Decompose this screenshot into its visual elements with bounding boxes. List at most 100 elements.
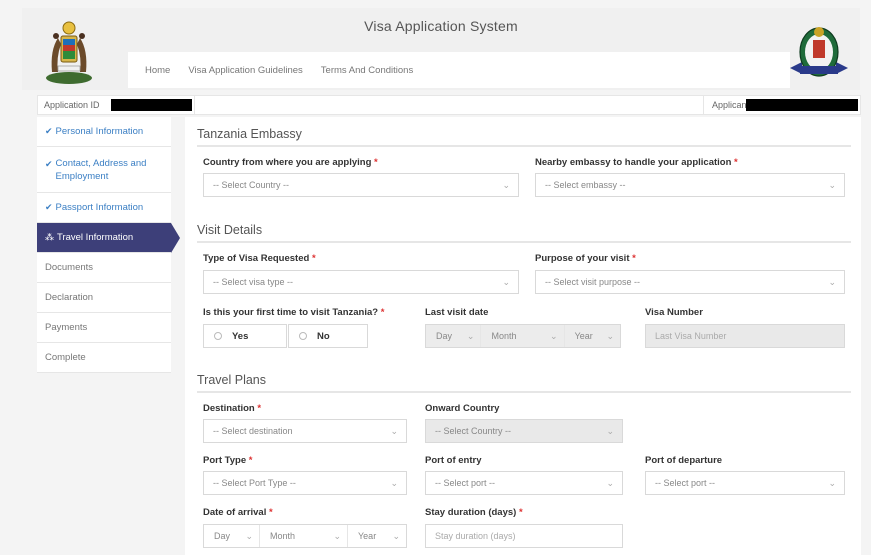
chevron-down-icon: ⌄ bbox=[333, 531, 341, 541]
section-title-embassy: Tanzania Embassy bbox=[197, 127, 302, 141]
nav-home-link[interactable]: Home bbox=[136, 65, 179, 76]
chevron-down-icon: ⌄ bbox=[392, 531, 400, 541]
last-visit-month-select[interactable]: Month ⌄ bbox=[481, 325, 565, 347]
visa-type-label: Type of Visa Requested * bbox=[203, 253, 316, 264]
arrival-day-select[interactable]: Day ⌄ bbox=[204, 525, 260, 547]
first-time-label-text: Is this your first time to visit Tanzani… bbox=[203, 307, 379, 318]
arrival-date-picker[interactable]: Day ⌄ Month ⌄ Year ⌄ bbox=[203, 524, 407, 548]
travel-information-form: Tanzania Embassy Country from where you … bbox=[185, 117, 861, 555]
section-title-visit-details: Visit Details bbox=[197, 223, 263, 237]
section-divider bbox=[197, 145, 851, 147]
stay-duration-label: Stay duration (days) * bbox=[425, 507, 523, 518]
visa-number-label: Visa Number bbox=[645, 307, 703, 318]
embassy-label-text: Nearby embassy to handle your applicatio… bbox=[535, 157, 732, 168]
stay-duration-input[interactable]: Stay duration (days) bbox=[425, 524, 623, 548]
sidebar-item-label: Passport Information bbox=[55, 202, 144, 213]
required-marker: * bbox=[257, 403, 262, 414]
port-departure-label: Port of departure bbox=[645, 455, 723, 466]
chevron-down-icon: ⌄ bbox=[245, 531, 253, 541]
sidebar-item-complete[interactable]: Complete bbox=[37, 343, 171, 373]
nav-terms-link[interactable]: Terms And Conditions bbox=[312, 65, 422, 76]
sidebar-item-personal-information[interactable]: ✔ Personal Information bbox=[37, 117, 171, 147]
required-marker: * bbox=[311, 253, 316, 264]
chevron-down-icon: ⌄ bbox=[550, 331, 558, 341]
day-value: Day bbox=[214, 531, 231, 541]
last-visit-day-select[interactable]: Day ⌄ bbox=[426, 325, 482, 347]
applicant-email-redacted bbox=[746, 99, 858, 111]
arrival-year-select[interactable]: Year ⌄ bbox=[348, 525, 406, 547]
chevron-down-icon: ⌄ bbox=[828, 180, 836, 190]
destination-select-value: -- Select destination bbox=[213, 426, 293, 436]
first-time-no-radio[interactable]: No bbox=[288, 324, 368, 348]
chevron-down-icon: ⌄ bbox=[606, 478, 614, 488]
info-bar-spacer bbox=[194, 96, 704, 114]
check-icon: ✔ bbox=[45, 159, 53, 169]
sidebar-item-passport-information[interactable]: ✔ Passport Information bbox=[37, 193, 171, 223]
site-header: Visa Application System Home Visa Applic… bbox=[22, 8, 860, 90]
page: Visa Application System Home Visa Applic… bbox=[0, 0, 871, 555]
first-time-yes-radio[interactable]: Yes bbox=[203, 324, 287, 348]
arrival-month-select[interactable]: Month ⌄ bbox=[260, 525, 348, 547]
required-marker: * bbox=[248, 455, 253, 466]
chevron-down-icon: ⌄ bbox=[606, 331, 614, 341]
check-icon: ✔ bbox=[45, 202, 53, 212]
sidebar-item-label: Contact, Address and Employment bbox=[55, 157, 147, 182]
sidebar-item-label: Complete bbox=[45, 352, 86, 363]
year-value: Year bbox=[358, 531, 377, 541]
destination-select[interactable]: -- Select destination ⌄ bbox=[203, 419, 407, 443]
chevron-down-icon: ⌄ bbox=[390, 426, 398, 436]
onward-country-select[interactable]: -- Select Country -- ⌄ bbox=[425, 419, 623, 443]
radio-circle-icon bbox=[299, 332, 307, 340]
chevron-down-icon: ⌄ bbox=[502, 277, 510, 287]
embassy-select[interactable]: -- Select embassy -- ⌄ bbox=[535, 173, 845, 197]
purpose-select-value: -- Select visit purpose -- bbox=[545, 277, 641, 287]
sidebar-item-documents[interactable]: Documents bbox=[37, 253, 171, 283]
radio-circle-icon bbox=[214, 332, 222, 340]
purpose-label-text: Purpose of your visit bbox=[535, 253, 630, 264]
port-entry-select[interactable]: -- Select port -- ⌄ bbox=[425, 471, 623, 495]
sidebar-item-travel-information[interactable]: ⁂ Travel Information bbox=[37, 223, 180, 253]
visa-number-placeholder: Last Visa Number bbox=[655, 331, 727, 341]
port-departure-select-value: -- Select port -- bbox=[655, 478, 716, 488]
month-value: Month bbox=[491, 331, 517, 341]
spinner-icon: ⁂ bbox=[45, 232, 54, 242]
country-label-text: Country from where you are applying bbox=[203, 157, 372, 168]
day-value: Day bbox=[436, 331, 453, 341]
required-marker: * bbox=[632, 253, 636, 264]
last-visit-date-picker[interactable]: Day ⌄ Month ⌄ Year ⌄ bbox=[425, 324, 621, 348]
sidebar-item-declaration[interactable]: Declaration bbox=[37, 283, 171, 313]
port-type-select-value: -- Select Port Type -- bbox=[213, 478, 296, 488]
stay-duration-label-text: Stay duration (days) bbox=[425, 507, 517, 518]
steps-sidebar: ✔ Personal Information ✔ Contact, Addres… bbox=[37, 117, 180, 373]
port-entry-label: Port of entry bbox=[425, 455, 482, 466]
visa-type-select-value: -- Select visa type -- bbox=[213, 277, 294, 287]
purpose-select[interactable]: -- Select visit purpose -- ⌄ bbox=[535, 270, 845, 294]
destination-label-text: Destination bbox=[203, 403, 255, 414]
onward-country-select-value: -- Select Country -- bbox=[435, 426, 512, 436]
visa-type-select[interactable]: -- Select visa type -- ⌄ bbox=[203, 270, 519, 294]
sidebar-item-payments[interactable]: Payments bbox=[37, 313, 171, 343]
port-departure-select[interactable]: -- Select port -- ⌄ bbox=[645, 471, 845, 495]
sidebar-item-label: Travel Information bbox=[57, 232, 134, 243]
visa-number-input[interactable]: Last Visa Number bbox=[645, 324, 845, 348]
sidebar-item-label: Documents bbox=[45, 262, 94, 273]
last-visit-year-select[interactable]: Year ⌄ bbox=[565, 325, 620, 347]
visa-type-label-text: Type of Visa Requested bbox=[203, 253, 310, 264]
nav-guidelines-link[interactable]: Visa Application Guidelines bbox=[179, 65, 311, 76]
port-type-select[interactable]: -- Select Port Type -- ⌄ bbox=[203, 471, 407, 495]
chevron-down-icon: ⌄ bbox=[502, 180, 510, 190]
required-marker: * bbox=[380, 307, 385, 318]
arrival-date-label-text: Date of arrival bbox=[203, 507, 267, 518]
country-label: Country from where you are applying * bbox=[203, 157, 378, 168]
onward-country-label: Onward Country bbox=[425, 403, 500, 414]
year-value: Year bbox=[574, 331, 593, 341]
app-title: Visa Application System bbox=[364, 18, 518, 34]
yes-label: Yes bbox=[232, 330, 249, 342]
required-marker: * bbox=[269, 507, 273, 518]
arrival-date-label: Date of arrival * bbox=[203, 507, 273, 518]
sidebar-item-contact-address[interactable]: ✔ Contact, Address and Employment bbox=[37, 147, 171, 193]
country-select[interactable]: -- Select Country -- ⌄ bbox=[203, 173, 519, 197]
immigration-badge-logo bbox=[790, 27, 848, 77]
chevron-down-icon: ⌄ bbox=[828, 478, 836, 488]
application-id-label: Application ID bbox=[44, 100, 100, 110]
